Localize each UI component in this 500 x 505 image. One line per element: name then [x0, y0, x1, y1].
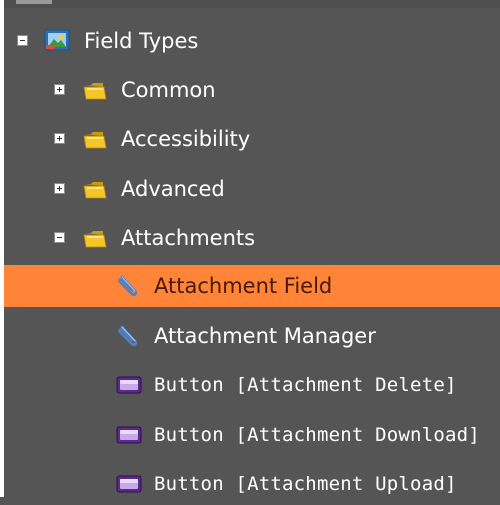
tree-node-attachments[interactable]: Attachments: [4, 217, 500, 259]
tree-node-label: Attachments: [121, 226, 256, 250]
folder-icon: [82, 226, 108, 250]
tree-node-label: Field Types: [84, 29, 199, 53]
tree-node-button-attachment-upload[interactable]: Button [Attachment Upload]: [4, 463, 500, 505]
folder-icon: [82, 78, 108, 102]
expand-toggle-icon[interactable]: [54, 133, 65, 144]
tree-node-label: Button [Attachment Upload]: [154, 473, 457, 495]
field-types-tree: Field Types Common Accessibility Advance…: [4, 8, 500, 497]
paperclip-icon: [114, 274, 140, 298]
tree-node-attachment-field[interactable]: Attachment Field: [4, 265, 500, 307]
button-icon: [116, 423, 142, 447]
expand-toggle-icon[interactable]: [54, 84, 65, 95]
button-icon: [116, 373, 142, 397]
folder-icon: [82, 127, 108, 151]
tree-node-label: Advanced: [121, 177, 225, 201]
form-picture-icon: [44, 28, 70, 52]
tree-node-attachment-manager[interactable]: Attachment Manager: [4, 315, 500, 357]
expand-toggle-icon[interactable]: [54, 183, 65, 194]
tree-node-label: Accessibility: [121, 127, 251, 151]
tree-node-label: Button [Attachment Download]: [154, 424, 480, 446]
tree-node-common[interactable]: Common: [4, 69, 500, 111]
tree-node-button-attachment-download[interactable]: Button [Attachment Download]: [4, 414, 500, 456]
collapse-toggle-icon[interactable]: [54, 232, 65, 243]
tree-node-label: Attachment Field: [154, 274, 333, 298]
tree-node-label: Button [Attachment Delete]: [154, 374, 457, 396]
panel-top-edge: [4, 0, 500, 8]
button-icon: [116, 472, 142, 496]
tree-node-field-types[interactable]: Field Types: [4, 20, 500, 62]
tree-node-button-attachment-delete[interactable]: Button [Attachment Delete]: [4, 364, 500, 406]
paperclip-icon: [114, 324, 140, 348]
tree-node-accessibility[interactable]: Accessibility: [4, 118, 500, 160]
tree-node-label: Common: [121, 78, 216, 102]
collapse-toggle-icon[interactable]: [17, 35, 28, 46]
tree-node-label: Attachment Manager: [154, 324, 376, 348]
top-tab-nub: [16, 0, 52, 4]
tree-node-advanced[interactable]: Advanced: [4, 168, 500, 210]
folder-icon: [82, 177, 108, 201]
